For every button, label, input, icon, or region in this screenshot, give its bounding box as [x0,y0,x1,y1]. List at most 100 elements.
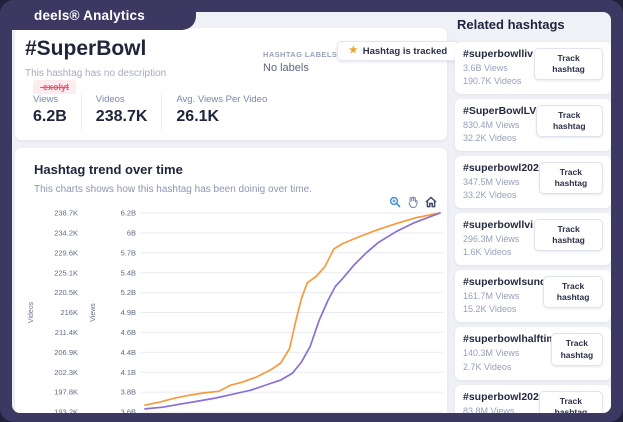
y-axis-right-tick: 5.4B [121,268,136,277]
hashtag-labels-value: No labels [263,62,309,74]
trend-chart-card: Hashtag trend over time This charts show… [15,148,447,413]
page-title: #SuperBowl [25,37,147,60]
y-axis-right-tick: 6B [127,229,136,238]
zoom-in-icon[interactable] [388,195,401,208]
hashtag-views: 140.3M Views [463,348,520,359]
related-hashtag-item: #SuperBowlLV 830.4M Views 32.2K Videos T… [455,99,611,152]
trend-line-chart[interactable]: 238.7K 6.2B 234.2K 6B 229.6K 5.7B 225.1K 5.4B 22… [15,207,447,413]
hashtag-views: 161.7M Views [463,291,520,302]
y-axis-right-tick: 6.2B [121,209,136,218]
hashtag-videos: 1.6K Videos [463,247,512,258]
hashtag-description: This hashtag has no description [25,68,167,79]
hashtag-videos: 2.7K Videos [463,361,512,372]
hashtag-name[interactable]: #superbowllvi [463,219,533,231]
track-hashtag-button[interactable]: Track hashtag [538,390,603,413]
app-window: #SuperBowl This hashtag has no descripti… [0,0,623,422]
related-hashtags-list: #superbowlliv 3.6B Views 190.7K Videos T… [455,42,611,413]
content-area: #SuperBowl This hashtag has no descripti… [12,12,611,413]
hashtag-videos: 15.2K Videos [463,304,517,315]
related-hashtag-item: #superbowlliv 3.6B Views 190.7K Videos T… [455,42,611,95]
hashtag-views: 3.6B Views [463,63,508,73]
chart-toolbar [388,195,437,208]
y-axis-left-tick: 193.2K [54,408,78,413]
related-hashtag-item: #superbowlhalftimeshow 140.3M Views 2.7K… [455,327,611,380]
app-header: deels® Analytics [0,0,196,30]
related-hashtag-item: #superbowl2021 347.5M Views 33.2K Videos… [455,156,611,209]
chart-title: Hashtag trend over time [34,162,183,177]
stat-videos: Videos 238.7K [82,94,162,134]
track-hashtag-button[interactable]: Track hashtag [538,162,603,195]
watermark-tag: -exolyt [33,80,77,94]
y-axis-left-tick: 216K [60,308,78,317]
related-hashtag-item: #superbowlsunday 161.7M Views 15.2K Vide… [455,270,611,323]
hashtag-videos: 32.2K Videos [463,133,517,144]
y-axis-left-tick: 197.8K [54,388,78,397]
hashtag-name[interactable]: #superbowl2020 [463,391,545,403]
hashtag-tracked-button[interactable]: ★ Hashtag is tracked [337,41,459,61]
y-axis-left-tick: 229.6K [54,248,78,257]
stat-value: 238.7K [95,108,148,125]
y-axis-left-tick: 206.9K [54,348,78,357]
y-axis-left-tick: 202.3K [54,368,78,377]
y-axis-right-tick: 3.8B [121,388,136,397]
y-axis-right-tick: 4.4B [121,348,136,357]
hashtag-labels-caption: HASHTAG LABELS [263,50,338,59]
stat-label: Views [33,94,59,105]
sidebar-title: Related hashtags [457,17,565,32]
hashtag-info: #SuperBowlLV 830.4M Views 32.2K Videos [463,105,536,145]
hashtag-info: #superbowl2020 83.8M Views 5.6K Videos [463,391,545,413]
related-hashtag-item: #superbowllvi 296.3M Views 1.6K Videos T… [455,213,611,266]
y-axis-left-tick: 211.4K [55,328,78,337]
y-axis-right-tick: 4.1B [121,368,136,377]
hashtag-name[interactable]: #superbowlliv [463,48,533,60]
y-axis-right-title: Views [90,303,97,322]
app-logo: deels® Analytics [34,7,145,23]
stat-views: Views 6.2B [25,94,81,134]
y-axis-left-tick: 234.2K [54,229,78,238]
hashtag-info: #superbowlsunday 161.7M Views 15.2K Vide… [463,276,558,316]
stat-value: 6.2B [33,108,67,125]
chart-subtitle: This charts shows how this hashtag has b… [34,184,312,195]
y-axis-right-tick: 5.7B [121,248,136,257]
stat-avg-views-per-video: Avg. Views Per Video 26.1K [162,94,281,134]
track-hashtag-button[interactable]: Track hashtag [543,276,603,309]
hashtag-name[interactable]: #SuperBowlLV [463,105,536,117]
hashtag-views: 296.3M Views [463,234,520,245]
hashtag-name[interactable]: #superbowlhalftimeshow [463,333,588,345]
y-axis-right-tick: 5.2B [121,288,136,297]
hashtag-name[interactable]: #superbowl2021 [463,162,545,174]
hashtag-info: #superbowl2021 347.5M Views 33.2K Videos [463,162,545,202]
hashtag-info: #superbowlhalftimeshow 140.3M Views 2.7K… [463,333,588,373]
y-axis-left-title: Videos [28,301,35,323]
y-axis-left-tick: 225.1K [54,268,78,277]
pan-hand-icon[interactable] [406,195,419,208]
series-line-views [144,212,441,406]
stat-label: Videos [95,94,125,105]
track-hashtag-button[interactable]: Track hashtag [534,48,603,81]
series-line-videos [144,212,441,410]
stat-value: 26.1K [176,108,220,125]
stat-label: Avg. Views Per Video [176,94,268,105]
track-hashtag-button[interactable]: Track hashtag [534,219,603,252]
related-hashtag-item: #superbowl2020 83.8M Views 5.6K Videos T… [455,384,611,413]
track-hashtag-button[interactable]: Track hashtag [550,333,603,366]
y-axis-right-tick: 3.6B [121,408,136,413]
hashtag-videos: 33.2K Videos [463,190,517,201]
hashtag-info: #superbowllvi 296.3M Views 1.6K Videos [463,219,533,259]
y-axis-right-tick: 4.9B [121,308,136,317]
tracked-button-label: Hashtag is tracked [362,45,448,57]
hashtag-info: #superbowlliv 3.6B Views 190.7K Videos [463,48,533,88]
y-axis-left-tick: 220.5K [54,288,78,297]
hashtag-views: 83.8M Views [463,405,515,413]
hashtag-videos: 190.7K Videos [463,76,522,87]
y-axis-left-tick: 238.7K [54,209,78,218]
hashtag-views: 830.4M Views [463,120,520,131]
home-icon[interactable] [424,195,437,208]
hashtag-name[interactable]: #superbowlsunday [463,276,558,288]
hashtag-summary-card: #SuperBowl This hashtag has no descripti… [15,28,459,140]
track-hashtag-button[interactable]: Track hashtag [535,105,603,138]
related-hashtags-sidebar: Related hashtags #superbowlliv 3.6B View… [455,12,611,413]
stats-row: Views 6.2B Videos 238.7K Avg. Views Per … [25,94,437,134]
y-axis-right-tick: 4.6B [121,328,136,337]
star-icon: ★ [348,45,358,56]
